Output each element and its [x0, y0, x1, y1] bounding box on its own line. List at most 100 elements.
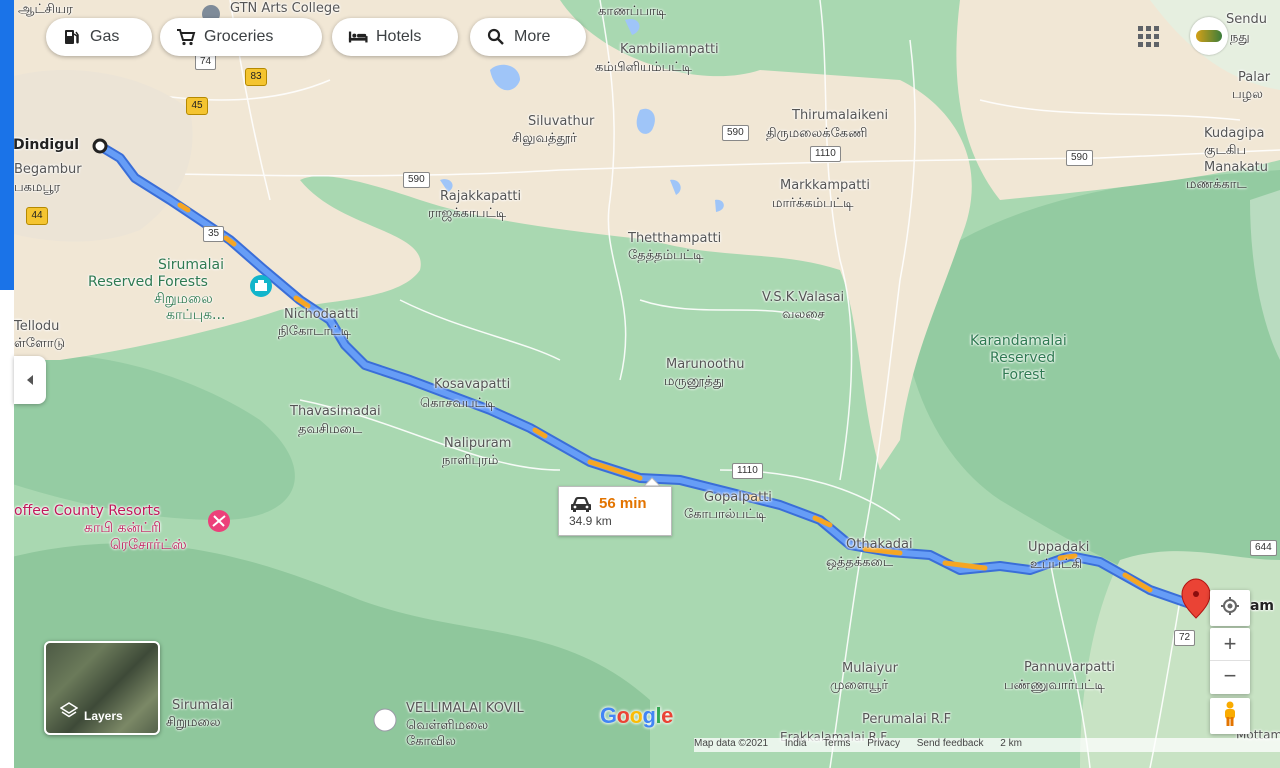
kosavapatti-tamil-label: கொசவபட்டி [420, 396, 496, 411]
pannuvarpatti-label: Pannuvarpatti [1024, 660, 1115, 675]
google-logo: Google [600, 703, 673, 728]
vellimalai-tamil-2: கோவில [406, 734, 456, 749]
vellimalai-label: VELLIMALAI KOVIL [406, 701, 524, 716]
sirumalai-rf-label-2: Reserved Forests [88, 274, 208, 290]
sirumalai-tamil-label: சிறுமலை [166, 715, 221, 730]
karandamalai-label-1: Karandamalai [970, 333, 1067, 349]
my-location-button[interactable] [1210, 590, 1250, 626]
vellimalai-tamil-1: வெள்ளிமலை [406, 718, 489, 733]
map-base [0, 0, 1280, 768]
sirumalai-rf-label-1: Sirumalai [158, 257, 224, 273]
kambiliampatti-tamil-label: கம்பிளியம்பட்டி [595, 60, 692, 75]
account-avatar[interactable] [1190, 17, 1228, 55]
coffee-resort-label: offee County Resorts [14, 503, 161, 519]
route-distance: 34.9 km [569, 514, 612, 528]
map-footer: Map data ©2021 India Terms Privacy Send … [694, 738, 1280, 752]
road-shield-72: 72 [1174, 630, 1196, 646]
thethampatti-tamil-label: தேத்தம்பட்டி [628, 248, 704, 263]
groceries-chip-label: Groceries [204, 28, 274, 45]
region-link[interactable]: India [785, 738, 807, 749]
terms-link[interactable]: Terms [823, 738, 850, 749]
street-view-pegman[interactable] [1210, 698, 1250, 734]
kambiliampatti-label: Kambiliampatti [620, 42, 719, 57]
pegman-icon [1222, 701, 1238, 732]
road-shield-590-a: 590 [403, 172, 430, 188]
road-shield-1110-a: 1110 [810, 146, 841, 162]
tellodu-label: Tellodu [14, 319, 60, 334]
gopalpatti-tamil-label: கோபால்பட்டி [684, 507, 766, 522]
apps-grid-icon[interactable] [1136, 24, 1160, 48]
siluvathur-tamil-label: சிலுவத்தூர் [512, 131, 577, 146]
more-chip-label: More [514, 28, 551, 45]
route-time-box[interactable]: 56 min 34.9 km [558, 486, 672, 536]
origin-marker [92, 138, 108, 154]
thavasimadai-label: Thavasimadai [290, 404, 381, 419]
road-shield-35: 35 [203, 226, 225, 242]
begambur-tamil-label: பகமபூர [14, 180, 61, 195]
more-chip[interactable]: More [470, 18, 586, 56]
sirumalai-rf-tamil-1: சிறுமலை [154, 291, 213, 307]
sirumalai-rf-tamil-2: காப்புக... [166, 307, 226, 323]
layers-button[interactable]: Layers [44, 641, 160, 735]
zoom-in-button[interactable]: + [1210, 628, 1250, 661]
road-shield-590-b: 590 [722, 125, 749, 141]
rajakkapatti-tamil-label: ராஜக்காபட்டி [428, 206, 507, 221]
kosavapatti-label: Kosavapatti [434, 377, 511, 392]
road-shield-44: 44 [26, 207, 48, 225]
begambur-label: Begambur [14, 162, 82, 177]
map-data-attribution: Map data ©2021 [694, 738, 769, 749]
uppadaki-tamil-label: உப்பட்கி [1030, 557, 1083, 572]
marunoothu-label: Marunoothu [666, 357, 745, 372]
manakattu-label: Manakatu [1204, 160, 1268, 175]
coffee-resort-tamil-2: ரெசோர்ட்ஸ் [110, 537, 187, 553]
thavasimadai-tamil-label: தவசிமடை [298, 422, 363, 437]
palar-label: Palar [1238, 70, 1271, 85]
sendu-label: Sendu [1226, 12, 1267, 27]
mulaiyur-label: Mulaiyur [842, 661, 898, 676]
karandamalai-label-3: Forest [1002, 367, 1045, 383]
bed-icon [348, 27, 368, 47]
my-location-icon [1220, 596, 1240, 621]
palar-tamil-label: பழல [1232, 87, 1263, 102]
chevron-left-icon [27, 375, 33, 385]
nichodaatti-tamil-label: நிகோடாட்டி [278, 324, 351, 339]
hotels-chip[interactable]: Hotels [332, 18, 458, 56]
rajakkapatti-label: Rajakkapatti [440, 189, 522, 204]
road-shield-74: 74 [195, 54, 217, 70]
search-icon [486, 27, 506, 47]
road-shield-83: 83 [245, 68, 267, 86]
kudagipa-label: Kudagipa [1204, 126, 1265, 141]
road-shield-45: 45 [186, 97, 208, 115]
privacy-link[interactable]: Privacy [867, 738, 900, 749]
nalipuram-label: Nalipuram [444, 436, 512, 451]
road-shield-1110-b: 1110 [732, 463, 763, 479]
scale-label: 2 km [1000, 738, 1022, 749]
gas-station-icon [62, 27, 82, 47]
hotels-chip-label: Hotels [376, 28, 422, 45]
manakattu-tamil-label: மணக்காட [1186, 177, 1247, 192]
aathiyar-label: ஆட்சியர [18, 2, 73, 17]
zoom-out-button[interactable]: − [1210, 661, 1250, 693]
send-feedback-link[interactable]: Send feedback [917, 738, 984, 749]
uppadaki-label: Uppadaki [1028, 540, 1090, 555]
collapse-panel-button[interactable] [14, 356, 46, 404]
sirumalai-label: Sirumalai [172, 698, 234, 713]
tellodu-tamil-label: ள்ளோடு [14, 336, 66, 351]
thethampatti-label: Thetthampatti [628, 231, 722, 246]
pannuvarpatti-tamil-label: பண்ணுவார்பட்டி [1004, 678, 1105, 693]
kudagipa-tamil-label: குடகிப [1204, 143, 1247, 158]
vsk-label: V.S.K.Valasai [762, 290, 845, 305]
gas-chip[interactable]: Gas [46, 18, 152, 56]
road-shield-644: 644 [1250, 540, 1277, 556]
map-canvas[interactable]: Dindigul GTN Arts College காணப்பாடி ஆட்ச… [0, 0, 1280, 768]
profile-logo-icon [1196, 30, 1222, 42]
marunoothu-tamil-label: மருனூத்து [664, 374, 725, 389]
side-panel-tab [0, 0, 14, 290]
groceries-chip[interactable]: Groceries [160, 18, 322, 56]
gas-chip-label: Gas [90, 28, 120, 45]
coffee-resort-tamil-1: காபி கன்ட்ரி [84, 520, 162, 536]
nichodaatti-label: Nichodaatti [284, 307, 359, 322]
road-shield-590-c: 590 [1066, 150, 1093, 166]
karandamalai-label-2: Reserved [990, 350, 1056, 366]
zoom-controls: + − [1210, 628, 1250, 694]
